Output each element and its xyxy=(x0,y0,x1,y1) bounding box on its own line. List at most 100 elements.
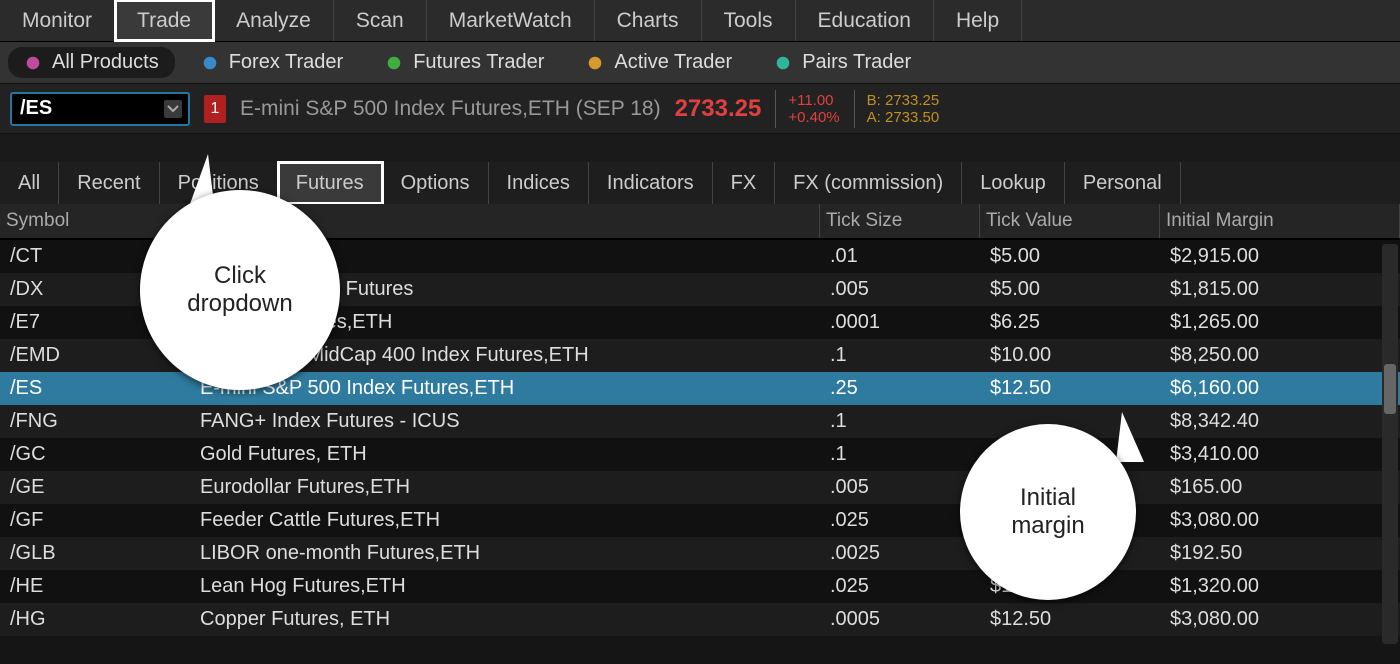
product-futures-trader[interactable]: Futures Trader xyxy=(369,47,560,78)
table-row[interactable]: /FNGFANG+ Index Futures - ICUS.1 $8,342.4… xyxy=(0,405,1400,438)
cell-symbol: /ES xyxy=(0,377,190,400)
menu-help[interactable]: Help xyxy=(934,0,1022,41)
cell-tick-size: .005 xyxy=(820,278,980,301)
product-all-products[interactable]: All Products xyxy=(8,47,175,78)
cell-tick-size: .005 xyxy=(820,476,980,499)
filter-options[interactable]: Options xyxy=(383,162,489,204)
filter-fx[interactable]: FX xyxy=(713,162,776,204)
cell-initial-margin: $8,250.00 xyxy=(1160,344,1400,367)
callout-text: margin xyxy=(1011,512,1084,540)
cell-initial-margin: $192.50 xyxy=(1160,542,1400,565)
cell-description: LIBOR one-month Futures,ETH xyxy=(190,542,820,565)
cell-initial-margin: $3,080.00 xyxy=(1160,509,1400,532)
menu-analyze[interactable]: Analyze xyxy=(214,0,334,41)
menu-scan[interactable]: Scan xyxy=(334,0,427,41)
filter-indices[interactable]: Indices xyxy=(489,162,589,204)
callout-text: dropdown xyxy=(187,290,292,318)
cell-initial-margin: $1,265.00 xyxy=(1160,311,1400,334)
cell-tick-size: .025 xyxy=(820,575,980,598)
cell-tick-size: .025 xyxy=(820,509,980,532)
cell-initial-margin: $165.00 xyxy=(1160,476,1400,499)
table-row[interactable]: /GCGold Futures, ETH.1$3,410.00 xyxy=(0,438,1400,471)
header-initial-margin[interactable]: Initial Margin xyxy=(1160,204,1400,238)
menu-marketwatch[interactable]: MarketWatch xyxy=(427,0,595,41)
symbol-dropdown[interactable]: /ES xyxy=(10,92,190,126)
pairs-icon xyxy=(774,54,792,72)
cell-initial-margin: $1,815.00 xyxy=(1160,278,1400,301)
cell-symbol: /HE xyxy=(0,575,190,598)
cell-tick-size: .0005 xyxy=(820,608,980,631)
filter-lookup[interactable]: Lookup xyxy=(962,162,1065,204)
top-menu: MonitorTradeAnalyzeScanMarketWatchCharts… xyxy=(0,0,1400,42)
cell-description: Copper Futures, ETH xyxy=(190,608,820,631)
quote-change-pct: +0.40% xyxy=(788,109,839,126)
quote-price: 2733.25 xyxy=(675,95,762,123)
cell-description: Gold Futures, ETH xyxy=(190,443,820,466)
cell-initial-margin: $3,410.00 xyxy=(1160,443,1400,466)
all-products-icon xyxy=(24,54,42,72)
cell-tick-value: $5.00 xyxy=(980,245,1160,268)
scrollbar[interactable] xyxy=(1382,244,1398,644)
menu-trade[interactable]: Trade xyxy=(115,0,214,41)
forex-icon xyxy=(201,54,219,72)
table-row[interactable]: /GFFeeder Cattle Futures,ETH.025 $3,080.0… xyxy=(0,504,1400,537)
cell-description: FANG+ Index Futures - ICUS xyxy=(190,410,820,433)
product-label: Active Trader xyxy=(614,51,732,74)
product-pairs-trader[interactable]: Pairs Trader xyxy=(758,47,927,78)
cell-tick-value: $10.00 xyxy=(980,344,1160,367)
cell-initial-margin: $8,342.40 xyxy=(1160,410,1400,433)
menu-monitor[interactable]: Monitor xyxy=(0,0,115,41)
cell-tick-size: .25 xyxy=(820,377,980,400)
cell-tick-value: $12.50 xyxy=(980,608,1160,631)
menu-charts[interactable]: Charts xyxy=(595,0,702,41)
product-label: All Products xyxy=(52,51,159,74)
filter-futures[interactable]: Futures xyxy=(278,162,383,204)
header-tick-size[interactable]: Tick Size xyxy=(820,204,980,238)
table-row[interactable]: /GLBLIBOR one-month Futures,ETH.0025$192… xyxy=(0,537,1400,570)
alert-badge[interactable]: 1 xyxy=(204,95,226,123)
cell-tick-size: .0025 xyxy=(820,542,980,565)
cell-symbol: /GF xyxy=(0,509,190,532)
product-label: Pairs Trader xyxy=(802,51,911,74)
callout-text: Click xyxy=(214,262,266,290)
callout-dropdown: Click dropdown xyxy=(140,190,340,390)
table-row[interactable]: /GEEurodollar Futures,ETH.005 $165.00 xyxy=(0,471,1400,504)
table-row[interactable]: /HELean Hog Futures,ETH.025$10.00$1,320.… xyxy=(0,570,1400,603)
cell-description: Lean Hog Futures,ETH xyxy=(190,575,820,598)
cell-initial-margin: $6,160.00 xyxy=(1160,377,1400,400)
cell-initial-margin: $3,080.00 xyxy=(1160,608,1400,631)
product-forex-trader[interactable]: Forex Trader xyxy=(185,47,359,78)
table-row[interactable]: /HGCopper Futures, ETH.0005$12.50$3,080.… xyxy=(0,603,1400,636)
filter-fx-commission-[interactable]: FX (commission) xyxy=(775,162,962,204)
cell-tick-size: .0001 xyxy=(820,311,980,334)
cell-description: Eurodollar Futures,ETH xyxy=(190,476,820,499)
quote-bar: /ES 1 E-mini S&P 500 Index Futures,ETH (… xyxy=(0,84,1400,134)
cell-symbol: /FNG xyxy=(0,410,190,433)
menu-education[interactable]: Education xyxy=(796,0,934,41)
quote-description: E-mini S&P 500 Index Futures,ETH (SEP 18… xyxy=(240,97,661,121)
cell-description: Feeder Cattle Futures,ETH xyxy=(190,509,820,532)
cell-tick-value: $6.25 xyxy=(980,311,1160,334)
quote-ask: A: 2733.50 xyxy=(867,109,940,126)
filter-all[interactable]: All xyxy=(0,162,59,204)
cell-symbol: /GE xyxy=(0,476,190,499)
quote-change-abs: +11.00 xyxy=(788,92,839,109)
product-active-trader[interactable]: Active Trader xyxy=(570,47,748,78)
menu-tools[interactable]: Tools xyxy=(702,0,796,41)
cell-tick-value: $12.50 xyxy=(980,377,1160,400)
header-tick-value[interactable]: Tick Value xyxy=(980,204,1160,238)
cell-tick-size: .1 xyxy=(820,344,980,367)
quote-bid: B: 2733.25 xyxy=(867,92,940,109)
filter-recent[interactable]: Recent xyxy=(59,162,159,204)
symbol-dropdown-value: /ES xyxy=(20,97,52,120)
cell-symbol: /GC xyxy=(0,443,190,466)
cell-tick-size: .01 xyxy=(820,245,980,268)
active-icon xyxy=(586,54,604,72)
scrollbar-thumb[interactable] xyxy=(1384,364,1396,414)
callout-tail xyxy=(1116,412,1144,462)
product-label: Forex Trader xyxy=(229,51,343,74)
cell-initial-margin: $1,320.00 xyxy=(1160,575,1400,598)
filter-indicators[interactable]: Indicators xyxy=(589,162,713,204)
cell-tick-size: .1 xyxy=(820,410,980,433)
filter-personal[interactable]: Personal xyxy=(1065,162,1181,204)
